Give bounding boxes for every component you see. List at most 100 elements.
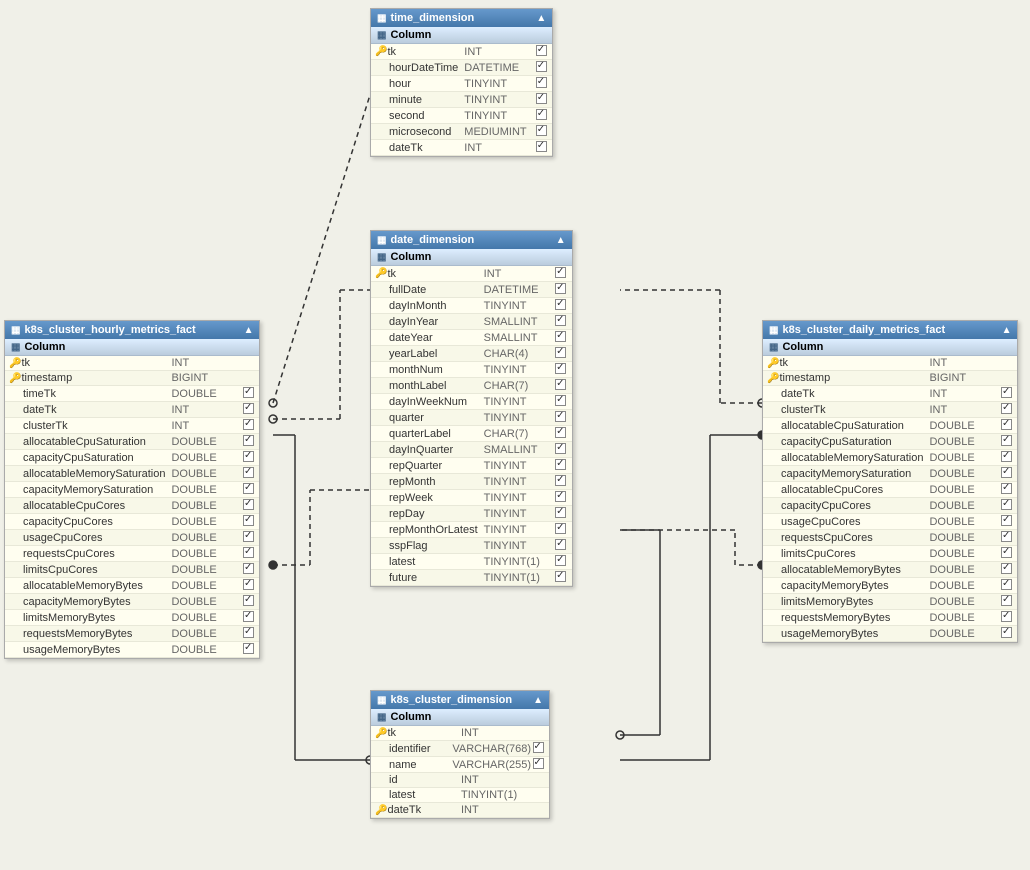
col-check[interactable] [554, 267, 568, 280]
col-check[interactable] [999, 387, 1013, 400]
col-check[interactable] [999, 435, 1013, 448]
checkbox[interactable] [555, 363, 566, 374]
col-check[interactable] [241, 467, 255, 480]
checkbox[interactable] [243, 515, 254, 526]
checkbox[interactable] [555, 491, 566, 502]
col-check[interactable] [531, 805, 545, 815]
checkbox[interactable] [1001, 483, 1012, 494]
col-check[interactable] [241, 403, 255, 416]
checkbox[interactable] [1001, 611, 1012, 622]
checkbox[interactable] [1001, 547, 1012, 558]
col-check[interactable] [999, 451, 1013, 464]
checkbox[interactable] [536, 61, 547, 72]
col-check[interactable] [999, 403, 1013, 416]
checkbox[interactable] [1001, 451, 1012, 462]
col-check[interactable] [554, 491, 568, 504]
checkbox[interactable] [555, 347, 566, 358]
col-check[interactable] [554, 459, 568, 472]
col-check[interactable] [241, 531, 255, 544]
checkbox[interactable] [1001, 627, 1012, 638]
checkbox[interactable] [555, 507, 566, 518]
col-check[interactable] [999, 627, 1013, 640]
col-check[interactable] [999, 547, 1013, 560]
col-check[interactable] [999, 499, 1013, 512]
checkbox[interactable] [243, 595, 254, 606]
col-check[interactable] [554, 475, 568, 488]
col-check[interactable] [241, 627, 255, 640]
col-check[interactable] [554, 555, 568, 568]
checkbox[interactable] [243, 467, 254, 478]
checkbox[interactable] [555, 427, 566, 438]
checkbox[interactable] [1001, 563, 1012, 574]
col-check[interactable] [999, 595, 1013, 608]
col-check[interactable] [534, 109, 548, 122]
col-check[interactable] [534, 93, 548, 106]
checkbox[interactable] [1001, 531, 1012, 542]
checkbox[interactable] [555, 539, 566, 550]
checkbox[interactable] [1001, 499, 1012, 510]
col-check[interactable] [241, 611, 255, 624]
collapse-arrow-date_dimension[interactable]: ▲ [556, 235, 566, 246]
col-check[interactable] [534, 45, 548, 58]
col-check[interactable] [241, 643, 255, 656]
col-check[interactable] [999, 611, 1013, 624]
table-header-k8s_cluster_dimension[interactable]: ▦ k8s_cluster_dimension ▲ [371, 691, 549, 709]
checkbox[interactable] [243, 387, 254, 398]
col-check[interactable] [241, 483, 255, 496]
checkbox[interactable] [555, 379, 566, 390]
col-check[interactable] [554, 379, 568, 392]
col-check[interactable] [241, 563, 255, 576]
checkbox[interactable] [536, 125, 547, 136]
checkbox[interactable] [243, 499, 254, 510]
checkbox[interactable] [243, 451, 254, 462]
col-check[interactable] [531, 775, 545, 785]
checkbox[interactable] [555, 411, 566, 422]
col-check[interactable] [241, 595, 255, 608]
checkbox[interactable] [533, 758, 544, 769]
col-check[interactable] [554, 443, 568, 456]
col-check[interactable] [241, 451, 255, 464]
checkbox[interactable] [243, 483, 254, 494]
checkbox[interactable] [243, 627, 254, 638]
col-check[interactable] [554, 395, 568, 408]
col-check[interactable] [554, 283, 568, 296]
col-check[interactable] [534, 61, 548, 74]
col-check[interactable] [554, 411, 568, 424]
col-check[interactable] [999, 563, 1013, 576]
col-check[interactable] [999, 483, 1013, 496]
col-check[interactable] [241, 373, 255, 383]
col-check[interactable] [554, 363, 568, 376]
col-check[interactable] [241, 419, 255, 432]
checkbox[interactable] [243, 643, 254, 654]
col-check[interactable] [554, 347, 568, 360]
checkbox[interactable] [1001, 387, 1012, 398]
col-check[interactable] [999, 579, 1013, 592]
checkbox[interactable] [536, 77, 547, 88]
collapse-arrow-k8s_cluster_hourly_metrics_fact[interactable]: ▲ [244, 325, 254, 336]
col-check[interactable] [531, 790, 545, 800]
col-check[interactable] [241, 579, 255, 592]
checkbox[interactable] [555, 395, 566, 406]
checkbox[interactable] [243, 563, 254, 574]
checkbox[interactable] [555, 443, 566, 454]
col-check[interactable] [534, 141, 548, 154]
col-check[interactable] [554, 539, 568, 552]
checkbox[interactable] [555, 555, 566, 566]
checkbox[interactable] [533, 742, 544, 753]
checkbox[interactable] [1001, 515, 1012, 526]
checkbox[interactable] [555, 523, 566, 534]
collapse-arrow-k8s_cluster_dimension[interactable]: ▲ [533, 695, 543, 706]
table-header-date_dimension[interactable]: ▦ date_dimension ▲ [371, 231, 572, 249]
checkbox[interactable] [555, 299, 566, 310]
checkbox[interactable] [555, 283, 566, 294]
col-check[interactable] [554, 315, 568, 328]
col-check[interactable] [241, 499, 255, 512]
col-check[interactable] [999, 515, 1013, 528]
col-check[interactable] [241, 358, 255, 368]
checkbox[interactable] [1001, 579, 1012, 590]
checkbox[interactable] [243, 531, 254, 542]
col-check[interactable] [554, 523, 568, 536]
checkbox[interactable] [536, 93, 547, 104]
table-header-k8s_cluster_hourly_metrics_fact[interactable]: ▦ k8s_cluster_hourly_metrics_fact ▲ [5, 321, 259, 339]
checkbox[interactable] [1001, 419, 1012, 430]
